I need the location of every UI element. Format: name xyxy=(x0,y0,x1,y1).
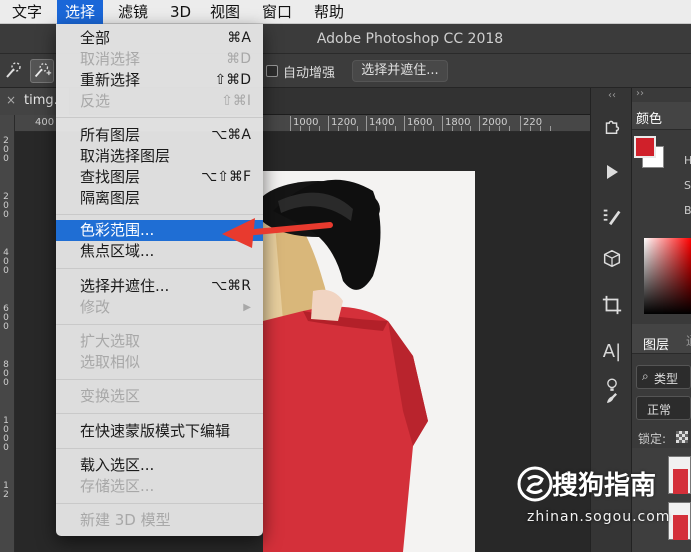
watermark-url: zhinan.sogou.com xyxy=(527,509,671,525)
watermark-brand: 搜狗指南 xyxy=(552,471,657,501)
